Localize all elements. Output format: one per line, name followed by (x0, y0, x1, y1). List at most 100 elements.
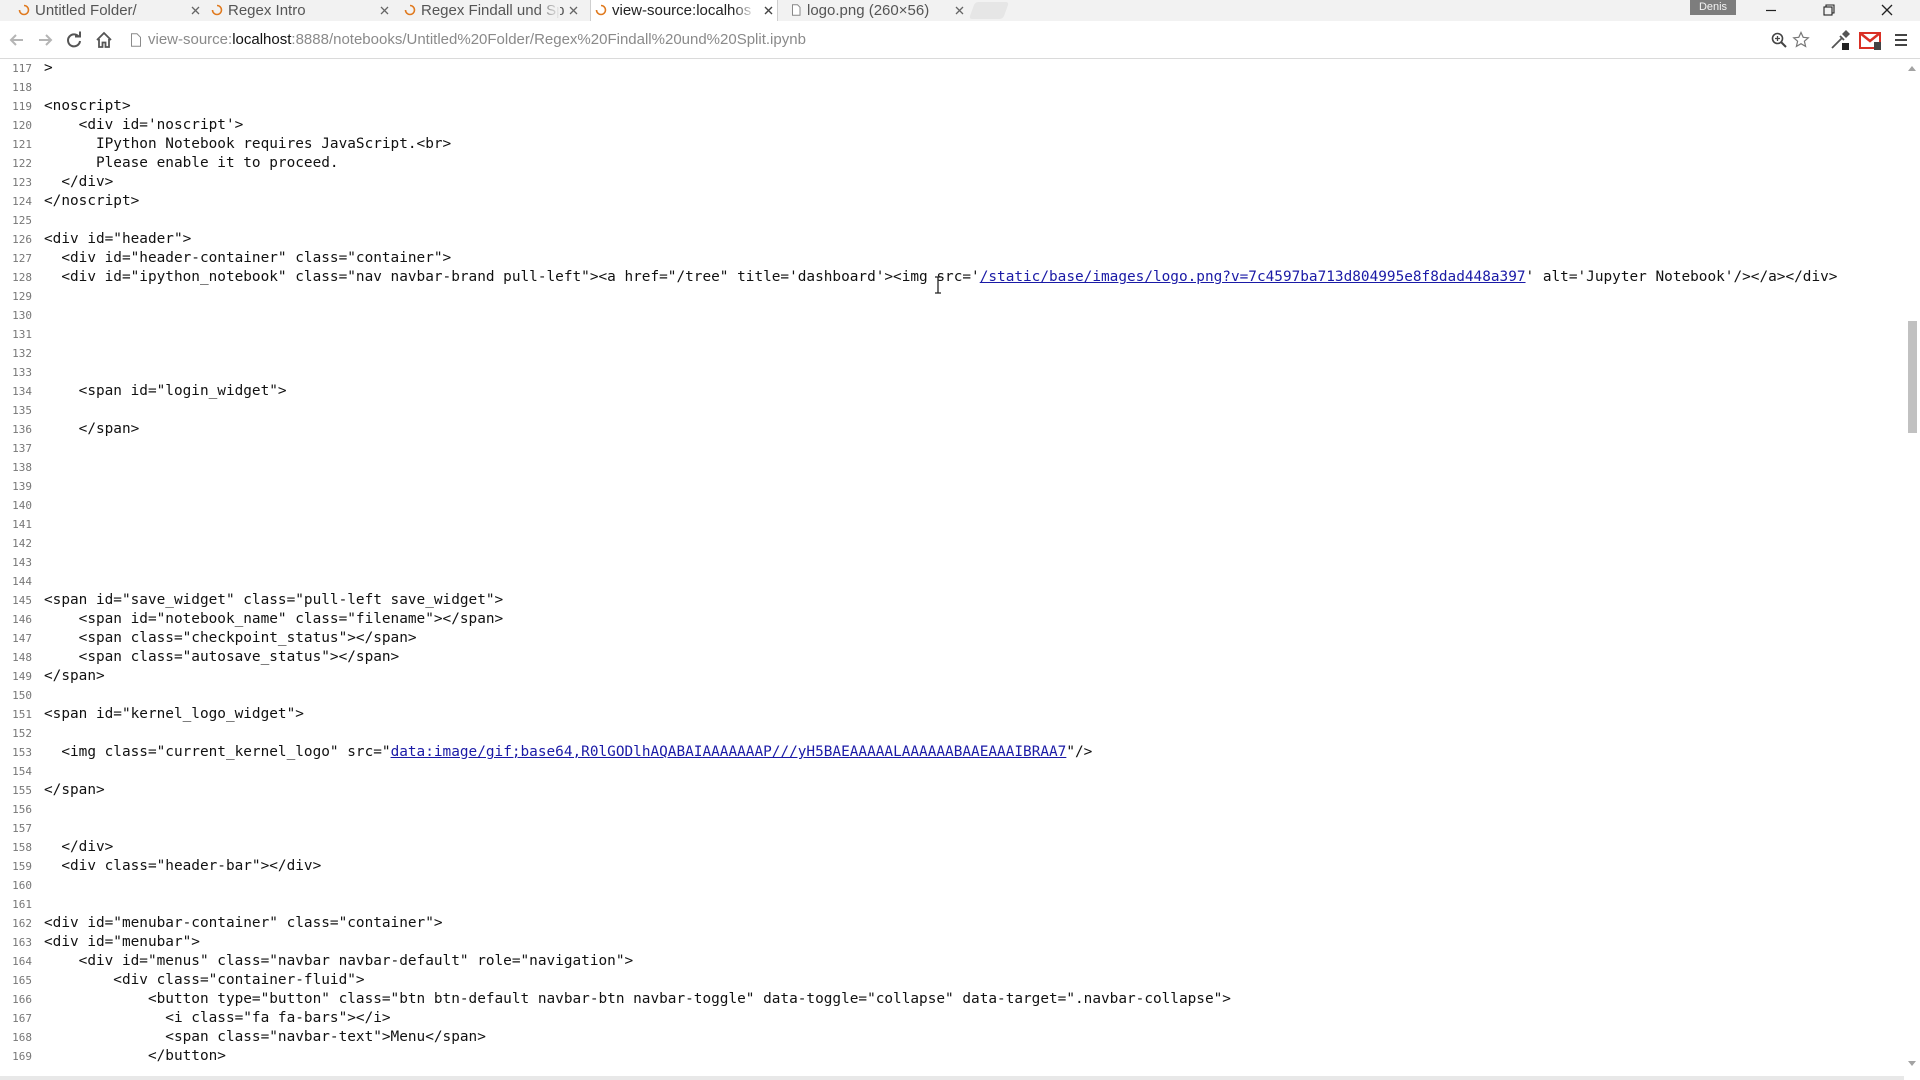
line-content: <div class="header-bar"></div> (44, 858, 322, 874)
tab-strip: Untitled Folder/ Regex Intro Regex Finda… (0, 0, 1920, 21)
extension-button[interactable] (1828, 28, 1852, 52)
source-line: 117 > (0, 59, 1904, 78)
line-number: 122 (12, 157, 32, 170)
source-link[interactable]: /static/base/images/logo.png?v=7c4597ba7… (980, 269, 1526, 285)
close-window-button[interactable] (1864, 0, 1910, 21)
line-number: 148 (12, 651, 32, 664)
page-icon (792, 4, 801, 16)
url-text[interactable]: view-source:localhost:8888/notebooks/Unt… (148, 27, 806, 53)
loading-spinner-icon (404, 4, 416, 16)
line-content: </noscript> (44, 193, 140, 209)
scroll-down-arrow-icon[interactable] (1908, 1061, 1916, 1067)
tab-fade (733, 0, 755, 21)
line-number: 137 (12, 442, 32, 455)
line-number: 117 (12, 62, 32, 75)
source-link[interactable]: data:image/gif;base64,R0lGODlhAQABAIAAAA… (391, 744, 1067, 760)
line-number: 144 (12, 575, 32, 588)
home-button[interactable] (93, 29, 115, 51)
line-number: 159 (12, 860, 32, 873)
source-line: 156 (0, 800, 1904, 819)
source-line: 147 <span class="checkpoint_status"></sp… (0, 629, 1904, 648)
source-line: 163 <div id="menubar"> (0, 933, 1904, 952)
source-line: 169 </button> (0, 1047, 1904, 1066)
line-content: <img class="current_kernel_logo" src="da… (44, 743, 1092, 762)
tab-title: Regex Intro (228, 2, 306, 19)
close-icon[interactable] (379, 5, 390, 16)
line-number: 126 (12, 233, 32, 246)
line-number: 168 (12, 1031, 32, 1044)
url-path: :8888/notebooks/Untitled%20Folder/Regex%… (291, 31, 806, 48)
close-icon[interactable] (763, 5, 774, 16)
line-number: 166 (12, 993, 32, 1006)
line-content: <span id="kernel_logo_widget"> (44, 706, 304, 722)
source-line: 150 (0, 686, 1904, 705)
tab-untitled-folder[interactable]: Untitled Folder/ (14, 0, 204, 21)
horizontal-scrollbar[interactable] (0, 1076, 1904, 1080)
line-content: IPython Notebook requires JavaScript.<br… (44, 136, 452, 152)
close-icon[interactable] (190, 5, 201, 16)
vertical-scrollbar[interactable] (1904, 59, 1920, 1080)
source-line: 130 (0, 306, 1904, 325)
line-number: 121 (12, 138, 32, 151)
tab-view-source[interactable]: view-source:localhos (590, 0, 778, 21)
forward-button[interactable] (34, 29, 56, 51)
source-line: 146 <span id="notebook_name" class="file… (0, 610, 1904, 629)
profile-badge[interactable]: Denis (1690, 0, 1736, 15)
line-number: 132 (12, 347, 32, 360)
source-line: 136 </span> (0, 420, 1904, 439)
code-text: "/> (1066, 744, 1093, 760)
line-content: </div> (44, 174, 114, 190)
line-number: 138 (12, 461, 32, 474)
scroll-up-arrow-icon[interactable] (1908, 65, 1916, 71)
tab-regex-findall[interactable]: Regex Findall und Sp (400, 0, 582, 21)
minimize-button[interactable] (1748, 0, 1794, 21)
source-line: 126 <div id="header"> (0, 230, 1904, 249)
tab-title: view-source:localhos (612, 2, 752, 19)
source-line: 161 (0, 895, 1904, 914)
source-line: 127 <div id="header-container" class="co… (0, 249, 1904, 268)
address-bar[interactable]: view-source:localhost:8888/notebooks/Unt… (124, 27, 1810, 53)
source-line: 154 (0, 762, 1904, 781)
hamburger-menu-icon (1895, 34, 1907, 46)
line-number: 154 (12, 765, 32, 778)
line-number: 153 (12, 746, 32, 759)
line-content: <span id="save_widget" class="pull-left … (44, 592, 504, 608)
source-line: 155 </span> (0, 781, 1904, 800)
new-tab-button[interactable] (968, 2, 1010, 19)
tab-logo-png[interactable]: logo.png (260×56) (786, 0, 968, 21)
tab-regex-intro[interactable]: Regex Intro (207, 0, 393, 21)
gmail-extension-button[interactable] (1858, 28, 1882, 52)
close-icon (1881, 4, 1893, 16)
zoom-icon[interactable] (1770, 31, 1788, 49)
line-number: 143 (12, 556, 32, 569)
scrollbar-thumb[interactable] (1908, 321, 1917, 433)
line-content: </span> (44, 421, 140, 437)
line-number: 156 (12, 803, 32, 816)
restore-button[interactable] (1806, 0, 1852, 21)
line-content: <i class="fa fa-bars"></i> (44, 1010, 391, 1026)
bookmark-star-icon[interactable] (1792, 31, 1810, 49)
close-icon[interactable] (568, 5, 579, 16)
source-line: 135 (0, 401, 1904, 420)
line-number: 120 (12, 119, 32, 132)
reload-button[interactable] (63, 29, 85, 51)
page-source-view[interactable]: 117 >118 119 <noscript> 120 <div id='noscrip… (0, 59, 1904, 1080)
back-button[interactable] (6, 29, 28, 51)
line-content: <div id="menubar-container" class="conta… (44, 915, 443, 931)
line-number: 146 (12, 613, 32, 626)
line-content: </div> (44, 839, 114, 855)
line-number: 162 (12, 917, 32, 930)
line-content: <div id="menubar"> (44, 934, 200, 950)
source-line: 144 (0, 572, 1904, 591)
browser-toolbar: view-source:localhost:8888/notebooks/Unt… (0, 21, 1920, 59)
menu-button[interactable] (1893, 28, 1911, 52)
line-number: 157 (12, 822, 32, 835)
line-number: 169 (12, 1050, 32, 1063)
line-number: 133 (12, 366, 32, 379)
line-content: <div id="header-container" class="contai… (44, 250, 452, 266)
line-content: </button> (44, 1048, 226, 1064)
source-line: 164 <div id="menus" class="navbar navbar… (0, 952, 1904, 971)
restore-icon (1823, 4, 1835, 16)
line-number: 142 (12, 537, 32, 550)
close-icon[interactable] (954, 5, 965, 16)
